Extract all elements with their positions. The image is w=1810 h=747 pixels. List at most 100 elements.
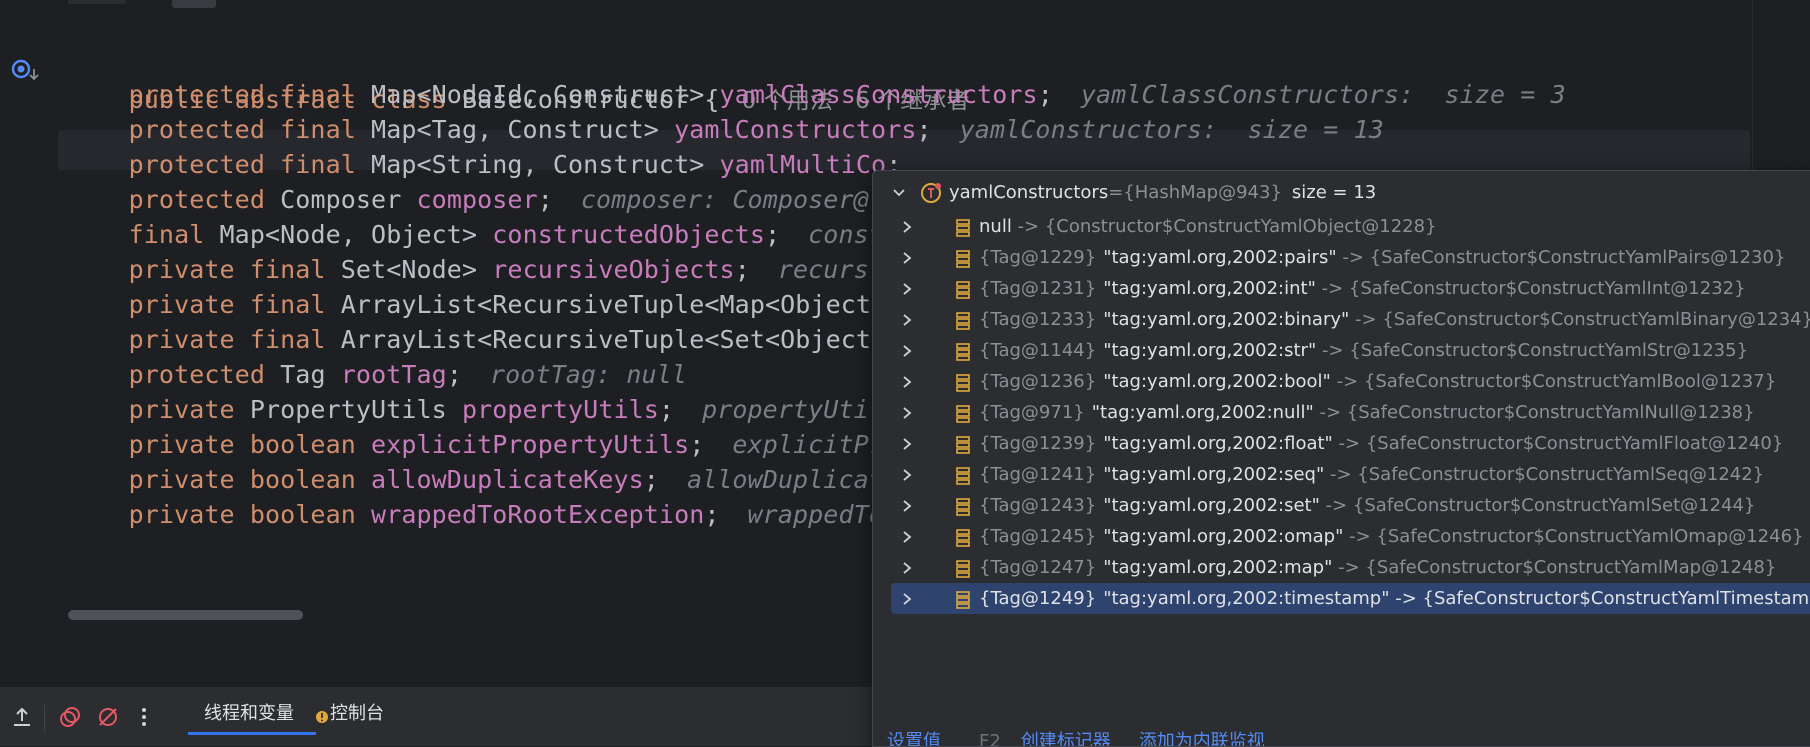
editor-gutter[interactable] bbox=[0, 0, 58, 625]
arrow: -> bbox=[1389, 588, 1423, 609]
field-declaration-line[interactable]: protected final Map<String, Construct> y… bbox=[68, 145, 902, 185]
semicolon: ; bbox=[704, 500, 720, 529]
field-name: allowDuplicateKeys bbox=[371, 465, 644, 494]
field-type: Map<Tag, Construct> bbox=[371, 115, 659, 144]
tree-root-row[interactable]: yamlConstructors = {HashMap@943} size = 1… bbox=[873, 175, 1810, 211]
inline-value-hint[interactable]: composer: Composer@ bbox=[581, 185, 869, 214]
field-icon bbox=[955, 372, 971, 392]
tag-ref: {Tag@1247} bbox=[979, 557, 1097, 578]
equals-sign: = bbox=[1108, 182, 1124, 203]
chevron-right-icon[interactable] bbox=[897, 273, 917, 304]
inline-value-hint[interactable]: recurs bbox=[778, 255, 869, 284]
field-declaration-line[interactable]: protected final Map<Tag, Construct> yaml… bbox=[68, 110, 1384, 150]
chevron-right-icon[interactable] bbox=[897, 583, 917, 614]
object-ref: {HashMap@943} bbox=[1123, 182, 1282, 203]
entry-key: "tag:yaml.org,2002:int" bbox=[1103, 278, 1316, 299]
field-declaration-line[interactable]: private boolean explicitPropertyUtils; ex… bbox=[68, 425, 884, 465]
entry-value: {SafeConstructor$ConstructYamlSet@1244} bbox=[1352, 495, 1756, 516]
semicolon: ; bbox=[734, 255, 750, 284]
field-declaration-line[interactable]: protected Composer composer; composer: Co… bbox=[68, 180, 869, 220]
entry-key: "tag:yaml.org,2002:timestamp" bbox=[1103, 588, 1390, 609]
map-entry-row[interactable]: {Tag@1144} "tag:yaml.org,2002:str" -> {Sa… bbox=[873, 335, 1810, 366]
class-declaration-line[interactable]: public abstract class BaseConstructor {0… bbox=[68, 40, 970, 114]
chevron-right-icon[interactable] bbox=[897, 304, 917, 335]
map-entry-row[interactable]: {Tag@1229} "tag:yaml.org,2002:pairs" -> {… bbox=[873, 242, 1810, 273]
implemented-marker-icon[interactable] bbox=[10, 57, 40, 85]
inline-value-hint[interactable]: propertyUti bbox=[702, 395, 869, 424]
field-type: Map<String, Construct> bbox=[371, 150, 705, 179]
field-type: PropertyUtils bbox=[249, 395, 447, 424]
export-icon[interactable] bbox=[6, 701, 38, 733]
chevron-right-icon[interactable] bbox=[897, 552, 917, 583]
entry-key: "tag:yaml.org,2002:omap" bbox=[1103, 526, 1344, 547]
map-entry-row[interactable]: {Tag@1245} "tag:yaml.org,2002:omap" -> {S… bbox=[873, 521, 1810, 552]
field-type: ArrayList<RecursiveTuple<Set<Object> bbox=[340, 325, 887, 354]
inline-value-hint[interactable]: allowDuplicat bbox=[687, 465, 884, 494]
field-declaration-line[interactable]: private final ArrayList<RecursiveTuple<M… bbox=[68, 285, 886, 325]
field-declaration-line[interactable]: private PropertyUtils propertyUtils; prop… bbox=[68, 390, 869, 430]
field-declaration-line[interactable]: protected Tag rootTag; rootTag: null bbox=[68, 355, 687, 395]
field-type: Composer bbox=[280, 185, 402, 214]
variable-inspect-popup[interactable]: yamlConstructors = {HashMap@943} size = 1… bbox=[872, 170, 1810, 747]
modifiers: protected final bbox=[128, 115, 356, 144]
tab-threads-and-variables[interactable]: 线程和变量 bbox=[204, 687, 294, 746]
map-entry-row[interactable]: null -> {Constructor$ConstructYamlObject… bbox=[873, 211, 1810, 242]
field-declaration-line[interactable]: private final ArrayList<RecursiveTuple<S… bbox=[68, 320, 886, 360]
chevron-right-icon[interactable] bbox=[897, 428, 917, 459]
arrow: -> bbox=[1332, 557, 1366, 578]
active-tab-indicator bbox=[188, 732, 316, 735]
chevron-right-icon[interactable] bbox=[897, 211, 917, 242]
tag-ref: {Tag@1236} bbox=[979, 371, 1097, 392]
tag-ref: {Tag@1239} bbox=[979, 433, 1097, 454]
semicolon: ; bbox=[916, 115, 932, 144]
chevron-down-icon[interactable] bbox=[889, 175, 909, 211]
inline-value-hint[interactable]: explicitPr bbox=[732, 430, 884, 459]
map-entry-row[interactable]: {Tag@1247} "tag:yaml.org,2002:map" -> {Sa… bbox=[873, 552, 1810, 583]
inline-value-hint[interactable]: rootTag: null bbox=[490, 360, 687, 389]
chevron-right-icon[interactable] bbox=[897, 397, 917, 428]
field-name: yamlConstructors bbox=[674, 115, 917, 144]
map-entry-row[interactable]: {Tag@1249} "tag:yaml.org,2002:timestamp" … bbox=[873, 583, 1810, 614]
chevron-right-icon[interactable] bbox=[897, 459, 917, 490]
map-entry-row[interactable]: {Tag@1241} "tag:yaml.org,2002:seq" -> {Sa… bbox=[873, 459, 1810, 490]
modifiers: final bbox=[128, 220, 205, 249]
chevron-right-icon[interactable] bbox=[897, 335, 917, 366]
modifiers: private boolean bbox=[128, 430, 356, 459]
previous-line-fragment bbox=[68, 0, 126, 4]
popup-actions: 设置值 F2 创建标记器 添加为内联监视 bbox=[887, 727, 1293, 746]
map-entry-row[interactable]: {Tag@1239} "tag:yaml.org,2002:float" -> {… bbox=[873, 428, 1810, 459]
field-icon bbox=[955, 341, 971, 361]
field-declaration-line[interactable]: private boolean allowDuplicateKeys; allow… bbox=[68, 460, 884, 500]
map-entry-row[interactable]: {Tag@1236} "tag:yaml.org,2002:bool" -> {S… bbox=[873, 366, 1810, 397]
entry-key: "tag:yaml.org,2002:seq" bbox=[1103, 464, 1325, 485]
semicolon: ; bbox=[446, 360, 462, 389]
modifiers: protected bbox=[128, 185, 265, 214]
horizontal-scrollbar-thumb[interactable] bbox=[68, 610, 303, 620]
chevron-right-icon[interactable] bbox=[897, 242, 917, 273]
mute-breakpoints-icon[interactable] bbox=[92, 701, 124, 733]
inline-value-hint[interactable]: yamlClassConstructors: size = 3 bbox=[1081, 80, 1566, 109]
more-icon[interactable] bbox=[128, 701, 160, 733]
tag-ref: {Tag@1243} bbox=[979, 495, 1097, 516]
field-declaration-line[interactable]: private boolean wrappedToRootException; w… bbox=[68, 495, 884, 535]
chevron-right-icon[interactable] bbox=[897, 366, 917, 397]
field-type: Set<Node> bbox=[340, 255, 478, 284]
tab-console[interactable]: 控制台 bbox=[330, 687, 384, 746]
modifiers: private final bbox=[128, 255, 326, 284]
map-entry-row[interactable]: {Tag@1243} "tag:yaml.org,2002:set" -> {Sa… bbox=[873, 490, 1810, 521]
map-entry-row[interactable]: {Tag@1233} "tag:yaml.org,2002:binary" -> … bbox=[873, 304, 1810, 335]
chevron-right-icon[interactable] bbox=[897, 490, 917, 521]
map-entry-row[interactable]: {Tag@971} "tag:yaml.org,2002:null" -> {Sa… bbox=[873, 397, 1810, 428]
breakpoints-icon[interactable] bbox=[54, 701, 86, 733]
chevron-right-icon[interactable] bbox=[897, 521, 917, 552]
inline-value-hint[interactable]: wrappedTo bbox=[748, 500, 884, 529]
field-declaration-line[interactable]: final Map<Node, Object> constructedObjec… bbox=[68, 215, 884, 255]
map-entry-row[interactable]: {Tag@1231} "tag:yaml.org,2002:int" -> {Sa… bbox=[873, 273, 1810, 304]
field-name: composer bbox=[416, 185, 538, 214]
arrow: -> bbox=[1316, 340, 1350, 361]
arrow: -> bbox=[1336, 247, 1370, 268]
inline-value-hint[interactable]: yamlConstructors: size = 13 bbox=[960, 115, 1384, 144]
field-declaration-line[interactable]: protected final Map<NodeId, Construct> y… bbox=[68, 75, 1566, 115]
field-type: Map<NodeId, Construct> bbox=[371, 80, 705, 109]
field-declaration-line[interactable]: private final Set<Node> recursiveObjects… bbox=[68, 250, 869, 290]
